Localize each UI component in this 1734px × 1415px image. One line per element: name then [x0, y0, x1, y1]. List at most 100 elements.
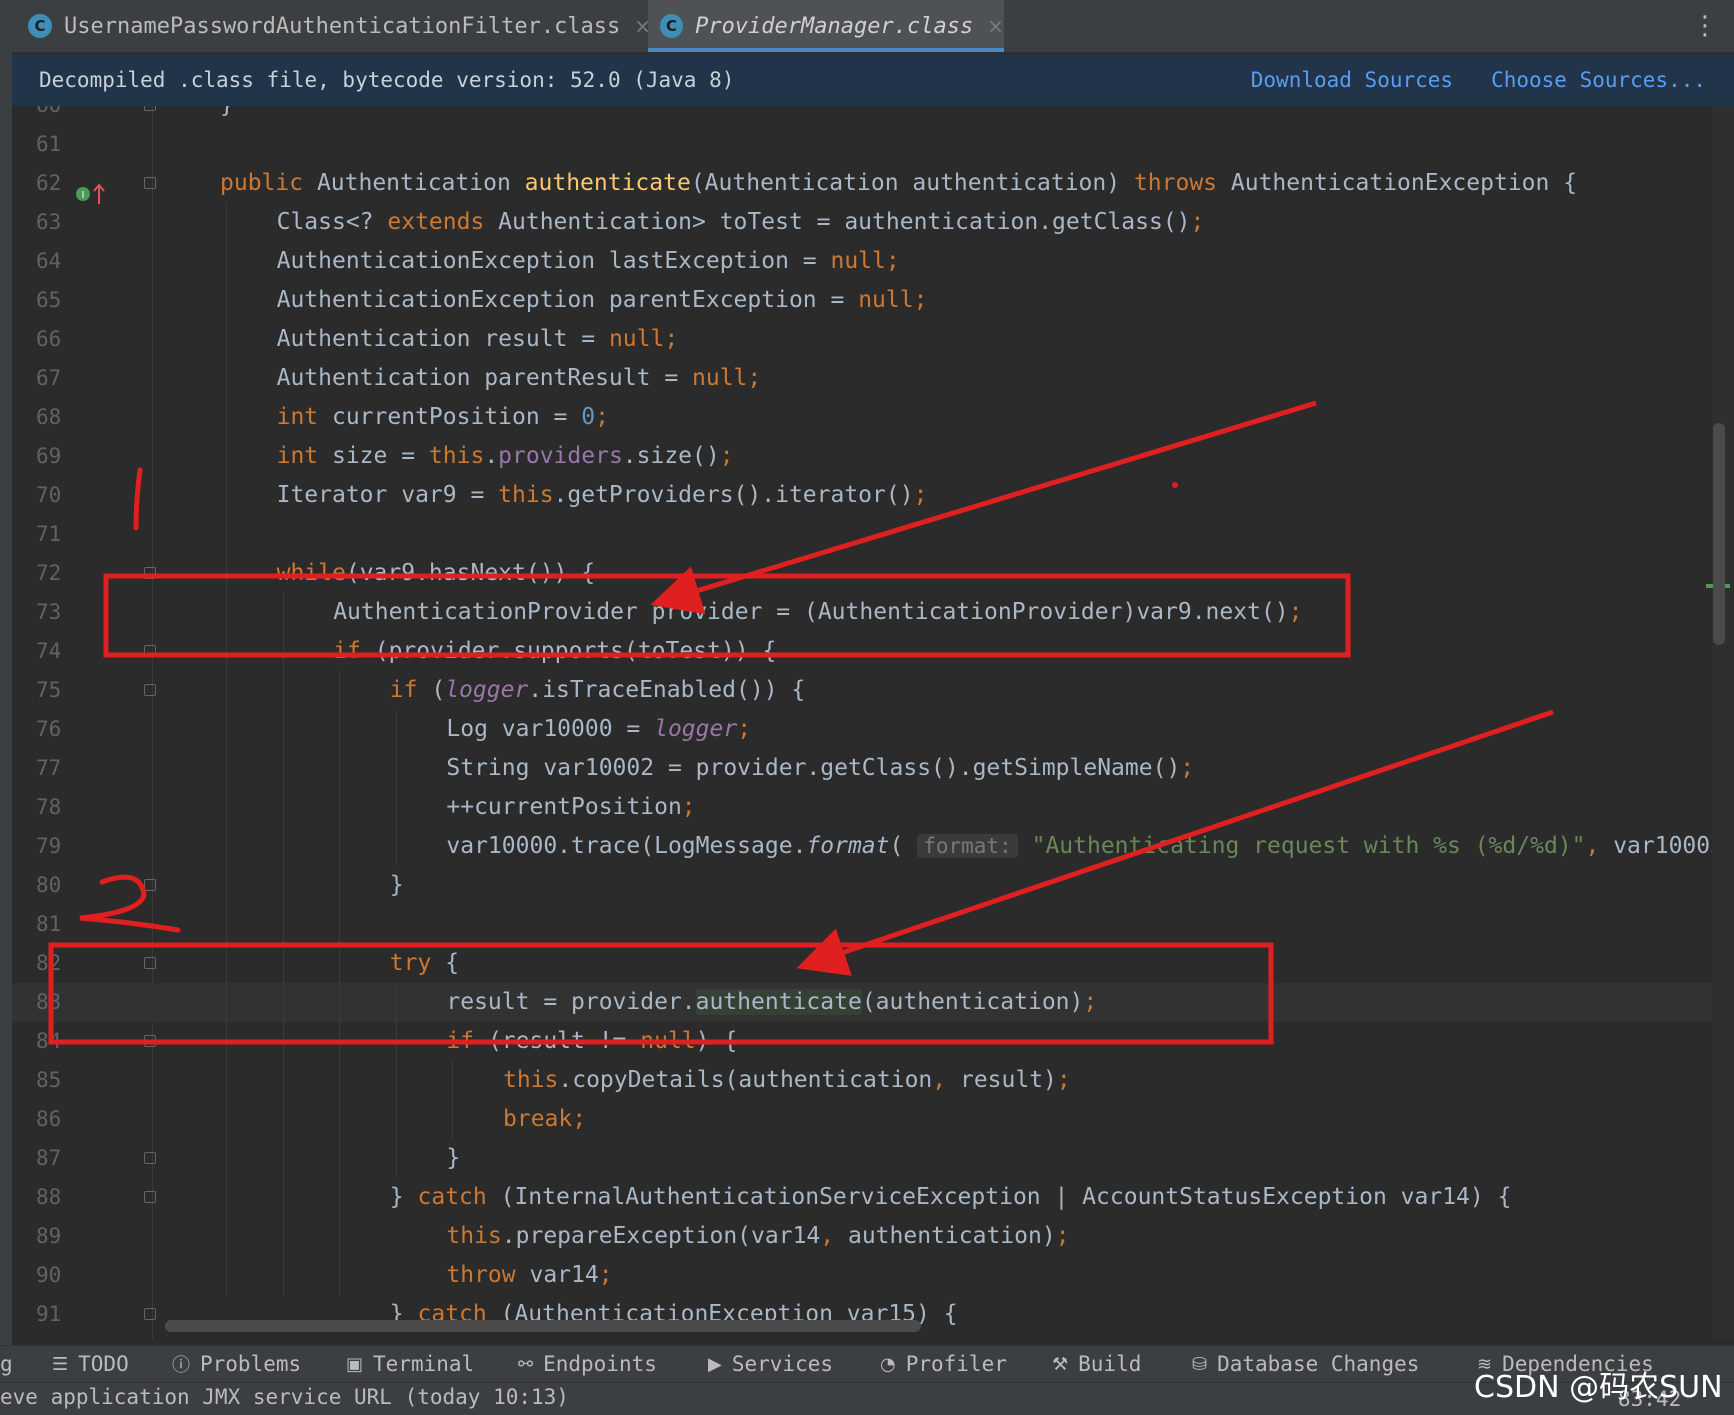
line-number[interactable]: 71	[36, 515, 76, 554]
fold-marker-icon[interactable]	[144, 1152, 156, 1164]
fold-marker-icon[interactable]	[144, 879, 156, 891]
line-number[interactable]: 78	[36, 788, 76, 827]
code-line[interactable]: 82 try {	[12, 944, 1712, 983]
line-number[interactable]: 80	[36, 866, 76, 905]
line-number[interactable]: 67	[36, 359, 76, 398]
code-text[interactable]: Log var10000 = logger;	[446, 710, 751, 749]
fold-marker-icon[interactable]	[144, 684, 156, 696]
tool-window-problems[interactable]: ⓘ Problems	[172, 1346, 301, 1382]
fold-marker-icon[interactable]	[144, 1191, 156, 1203]
code-line[interactable]: 76 Log var10000 = logger;	[12, 710, 1712, 749]
code-text[interactable]: if (logger.isTraceEnabled()) {	[390, 671, 805, 710]
code-text[interactable]: AuthenticationProvider provider = (Authe…	[333, 593, 1302, 632]
line-number[interactable]: 77	[36, 749, 76, 788]
download-sources-link[interactable]: Download Sources	[1251, 68, 1453, 92]
fold-marker-icon[interactable]	[144, 1308, 156, 1320]
code-line[interactable]: 63 Class<? extends Authentication> toTest…	[12, 203, 1712, 242]
tool-window-todo[interactable]: ☰ TODO	[52, 1346, 129, 1382]
code-line[interactable]: 61	[12, 125, 1712, 164]
code-line[interactable]: 84 if (result != null) {	[12, 1022, 1712, 1061]
code-line[interactable]: 73 AuthenticationProvider provider = (Aut…	[12, 593, 1712, 632]
line-number[interactable]: 85	[36, 1061, 76, 1100]
code-line[interactable]: 86 break;	[12, 1100, 1712, 1139]
line-number[interactable]: 66	[36, 320, 76, 359]
implements-method-icon[interactable]: I	[75, 182, 113, 206]
code-text[interactable]: int size = this.providers.size();	[277, 437, 734, 476]
code-line[interactable]: 81	[12, 905, 1712, 944]
code-text[interactable]: ++currentPosition;	[446, 788, 695, 827]
code-text[interactable]: if (provider.supports(toTest)) {	[333, 632, 776, 671]
code-text[interactable]: AuthenticationException parentException …	[277, 281, 928, 320]
line-number[interactable]: 90	[36, 1256, 76, 1295]
line-number[interactable]: 76	[36, 710, 76, 749]
code-line[interactable]: 78 ++currentPosition;	[12, 788, 1712, 827]
fold-marker-icon[interactable]	[144, 567, 156, 579]
line-number[interactable]: 82	[36, 944, 76, 983]
code-line[interactable]: 62 public Authentication authenticate(Aut…	[12, 164, 1712, 203]
fold-marker-icon[interactable]	[144, 106, 156, 111]
tab-overflow-menu-icon[interactable]: ⋮	[1692, 10, 1718, 42]
code-line[interactable]: 67 Authentication parentResult = null;	[12, 359, 1712, 398]
code-line[interactable]: 66 Authentication result = null;	[12, 320, 1712, 359]
line-number[interactable]: 84	[36, 1022, 76, 1061]
code-text[interactable]: Class<? extends Authentication> toTest =…	[277, 203, 1205, 242]
line-number[interactable]: 81	[36, 905, 76, 944]
code-line[interactable]: 77 String var10002 = provider.getClass().…	[12, 749, 1712, 788]
code-line[interactable]: 72 while(var9.hasNext()) {	[12, 554, 1712, 593]
code-line[interactable]: 83 result = provider.authenticate(authent…	[12, 983, 1712, 1022]
code-text[interactable]: try {	[390, 944, 459, 983]
code-text[interactable]: Authentication result = null;	[277, 320, 679, 359]
code-text[interactable]: }	[446, 1139, 460, 1178]
code-text[interactable]: Iterator var9 = this.getProviders().iter…	[277, 476, 928, 515]
fold-marker-icon[interactable]	[144, 645, 156, 657]
line-number[interactable]: 91	[36, 1295, 76, 1334]
code-line[interactable]: 79 var10000.trace(LogMessage.format( form…	[12, 827, 1712, 866]
code-text[interactable]: } catch (InternalAuthenticationServiceEx…	[390, 1178, 1512, 1217]
code-text[interactable]: String var10002 = provider.getClass().ge…	[446, 749, 1194, 788]
code-text[interactable]: AuthenticationException lastException = …	[277, 242, 900, 281]
line-number[interactable]: 68	[36, 398, 76, 437]
line-number[interactable]: 72	[36, 554, 76, 593]
line-number[interactable]: 83	[36, 983, 76, 1022]
code-text[interactable]: this.copyDetails(authentication, result)…	[503, 1061, 1071, 1100]
code-text[interactable]: result = provider.authenticate(authentic…	[446, 983, 1097, 1022]
horizontal-scrollbar[interactable]	[165, 1320, 921, 1332]
line-number[interactable]: 69	[36, 437, 76, 476]
code-line[interactable]: 71	[12, 515, 1712, 554]
code-line[interactable]: 60}	[12, 106, 1712, 125]
code-text[interactable]: }	[220, 106, 234, 125]
tab-providermanager[interactable]: C ProviderManager.class ×	[648, 0, 1004, 52]
line-number[interactable]: 88	[36, 1178, 76, 1217]
code-line[interactable]: 65 AuthenticationException parentExceptio…	[12, 281, 1712, 320]
fold-marker-icon[interactable]	[144, 1035, 156, 1047]
tool-window-database-changes[interactable]: ⛁ Database Changes	[1192, 1346, 1419, 1382]
code-text[interactable]: Authentication parentResult = null;	[277, 359, 762, 398]
project-panel-edge[interactable]	[0, 52, 12, 1345]
line-number[interactable]: 89	[36, 1217, 76, 1256]
code-text[interactable]: public Authentication authenticate(Authe…	[220, 164, 1577, 203]
line-number[interactable]: 74	[36, 632, 76, 671]
line-number[interactable]: 60	[36, 106, 76, 125]
code-text[interactable]: while(var9.hasNext()) {	[277, 554, 596, 593]
tool-window-services[interactable]: ▶ Services	[708, 1346, 833, 1382]
code-line[interactable]: 74 if (provider.supports(toTest)) {	[12, 632, 1712, 671]
tool-window-profiler[interactable]: ◔ Profiler	[880, 1346, 1007, 1382]
fold-marker-icon[interactable]	[144, 177, 156, 189]
code-text[interactable]: if (result != null) {	[446, 1022, 737, 1061]
tool-window-endpoints[interactable]: ⚯ Endpoints	[518, 1346, 657, 1382]
line-number[interactable]: 64	[36, 242, 76, 281]
code-line[interactable]: 90 throw var14;	[12, 1256, 1712, 1295]
code-line[interactable]: 80}	[12, 866, 1712, 905]
fold-marker-icon[interactable]	[144, 957, 156, 969]
code-line[interactable]: 69 int size = this.providers.size();	[12, 437, 1712, 476]
close-icon[interactable]: ×	[987, 14, 1004, 38]
tool-window-build[interactable]: ⚒ Build	[1052, 1346, 1141, 1382]
line-number[interactable]: 62	[36, 164, 76, 203]
line-number[interactable]: 75	[36, 671, 76, 710]
code-line[interactable]: 64 AuthenticationException lastException …	[12, 242, 1712, 281]
tool-window-terminal[interactable]: ▣ Terminal	[346, 1346, 474, 1382]
code-editor[interactable]: 60}6162public Authentication authenticat…	[12, 106, 1712, 1340]
vertical-scrollbar[interactable]	[1713, 423, 1725, 645]
code-line[interactable]: 88 } catch (InternalAuthenticationService…	[12, 1178, 1712, 1217]
line-number[interactable]: 87	[36, 1139, 76, 1178]
